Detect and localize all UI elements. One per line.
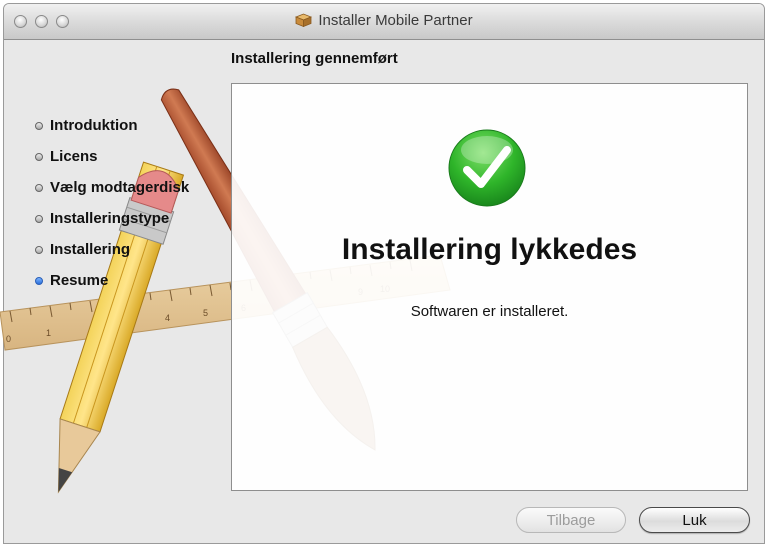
step-bullet-active-icon	[35, 276, 43, 285]
step-label: Installering	[50, 241, 131, 258]
step-license: Licens	[35, 141, 189, 172]
step-label: Installeringstype	[50, 210, 170, 227]
step-bullet-icon	[35, 121, 43, 130]
step-bullet-icon	[35, 183, 43, 192]
step-introduction: Introduktion	[35, 110, 189, 141]
step-destination: Vælg modtagerdisk	[35, 172, 189, 203]
step-label: Resume	[50, 272, 109, 289]
step-bullet-icon	[35, 245, 43, 254]
step-title: Installering gennemført	[231, 50, 398, 67]
back-button[interactable]: Tilbage	[516, 507, 626, 533]
step-label: Vælg modtagerdisk	[50, 179, 190, 196]
window-title: Installer Mobile Partner	[318, 12, 473, 29]
step-label: Licens	[50, 148, 98, 165]
step-label: Introduktion	[50, 117, 138, 134]
step-bullet-icon	[35, 152, 43, 161]
package-icon	[295, 13, 313, 27]
step-summary: Resume	[35, 265, 189, 296]
checkmark-success-icon	[448, 129, 526, 207]
success-message: Softwaren er installeret.	[410, 303, 569, 320]
title-bar[interactable]: Installer Mobile Partner	[4, 4, 764, 40]
success-title: Installering lykkedes	[341, 233, 638, 266]
installer-steps-sidebar: Introduktion Licens Vælg modtagerdisk In…	[35, 110, 189, 296]
close-button[interactable]: Luk	[639, 507, 750, 533]
step-bullet-icon	[35, 214, 43, 223]
step-installation-type: Installeringstype	[35, 203, 189, 234]
step-installation: Installering	[35, 234, 189, 265]
content-panel: Installering lykkedes Softwaren er insta…	[231, 83, 748, 491]
